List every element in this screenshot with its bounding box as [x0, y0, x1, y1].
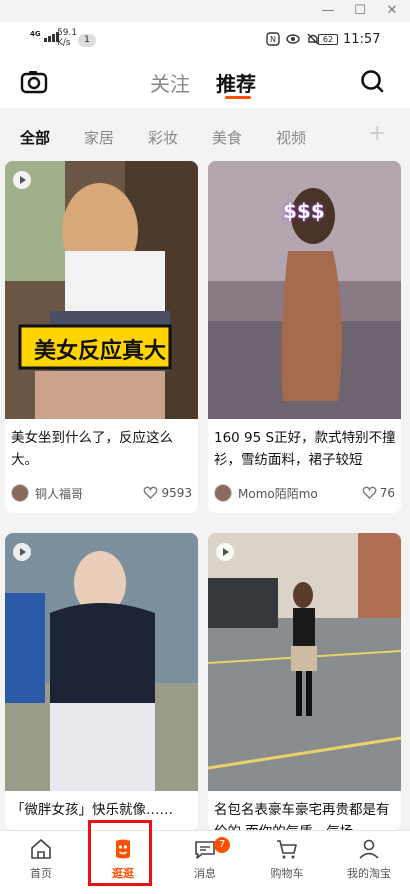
post-author[interactable]: Momo陌陌mo [214, 484, 318, 502]
category-makeup[interactable]: 彩妆 [148, 127, 178, 148]
nav-home[interactable]: 首页 [0, 831, 82, 894]
like-count[interactable]: 9593 [143, 485, 192, 500]
feed-card[interactable]: $$$ 160 95 S正好，款式特别不撞衫，雪纺面料，裙子较短 Momo陌陌m… [208, 161, 401, 513]
likes-value: 9593 [161, 485, 192, 500]
eye-icon [286, 34, 300, 44]
clock: 11:57 [343, 32, 381, 47]
camera-icon[interactable] [20, 68, 48, 96]
nav-profile[interactable]: 我的淘宝 [328, 831, 410, 894]
tab-follow[interactable]: 关注 [150, 68, 190, 97]
category-food[interactable]: 美食 [212, 127, 242, 148]
message-badge: 7 [214, 837, 230, 853]
feed-card[interactable]: 「微胖女孩」快乐就像…… [5, 533, 198, 830]
profile-icon [359, 839, 379, 859]
category-video[interactable]: 视频 [276, 127, 306, 148]
network-speed: 59.1 K/s [57, 28, 77, 48]
home-icon [31, 839, 51, 859]
video-play-icon [13, 171, 31, 189]
minimize-icon[interactable]: — [320, 3, 336, 19]
speed-value: 59.1 [57, 28, 78, 38]
avatar [11, 484, 29, 502]
battery-icon: 62 [318, 34, 338, 45]
search-icon[interactable] [359, 68, 385, 94]
status-bar: 4G 59.1 K/s 1 N 62 11:57 [0, 22, 410, 56]
thumbnail-caption: 美女反应真大 [33, 339, 166, 364]
video-play-icon [13, 543, 31, 561]
nav-label: 首页 [30, 867, 52, 880]
post-title: 美女坐到什么了，反应这么大。 [11, 430, 173, 468]
author-name: 铜人福哥 [35, 486, 84, 501]
active-tab-indicator [225, 96, 251, 99]
nav-cart[interactable]: 购物车 [246, 831, 328, 894]
author-name: Momo陌陌mo [238, 486, 318, 501]
like-count[interactable]: 76 [362, 485, 395, 500]
heart-icon [362, 486, 377, 500]
close-icon[interactable]: ✕ [384, 3, 400, 19]
speed-unit: K/s [57, 38, 71, 48]
nav-messages[interactable]: 7 消息 [164, 831, 246, 894]
status-icons: N [266, 32, 320, 46]
message-icon [195, 841, 215, 859]
tab-recommend[interactable]: 推荐 [216, 68, 256, 97]
post-thumbnail [208, 533, 401, 791]
heart-icon [144, 486, 158, 500]
post-title: 160 95 S正好，款式特别不撞衫，雪纺面料，裙子较短 [214, 430, 396, 468]
category-all[interactable]: 全部 [20, 127, 50, 148]
nav-label: 购物车 [270, 867, 304, 880]
nav-label: 我的淘宝 [347, 867, 391, 880]
nav-label: 消息 [194, 867, 216, 880]
avatar [214, 484, 232, 502]
likes-value: 76 [379, 485, 395, 500]
nfc-icon: N [266, 32, 280, 46]
add-category-icon[interactable]: + [368, 121, 386, 146]
highlight-box [88, 820, 152, 886]
maximize-icon[interactable]: ☐ [352, 3, 368, 19]
bottom-nav: 首页 逛逛 7 消息 购物车 我的淘宝 [0, 830, 410, 894]
post-thumbnail [5, 161, 198, 419]
top-header: 关注 推荐 [0, 56, 410, 108]
window-title-bar: — ☐ ✕ [0, 0, 410, 22]
video-play-icon [216, 543, 234, 561]
feed-card[interactable]: 名包名表豪车豪宅再贵都是有价的 而你的气质，气场 [208, 533, 401, 830]
thumbnail-caption: $$$ [283, 199, 325, 223]
feed-card[interactable]: 美女反应真大 美女坐到什么了，反应这么大。 铜人福哥 9593 [5, 161, 198, 513]
category-tabs: 全部 家居 彩妆 美食 视频 + [0, 112, 410, 156]
svg-text:N: N [270, 35, 276, 44]
post-title: 名包名表豪车豪宅再贵都是有价的 而你的气质，气场 [214, 802, 390, 830]
category-home[interactable]: 家居 [84, 127, 114, 148]
notification-badge: 1 [78, 34, 96, 47]
post-author[interactable]: 铜人福哥 [11, 484, 83, 502]
network-type: 4G [30, 30, 41, 38]
post-thumbnail [5, 533, 198, 791]
cart-icon [277, 840, 297, 859]
